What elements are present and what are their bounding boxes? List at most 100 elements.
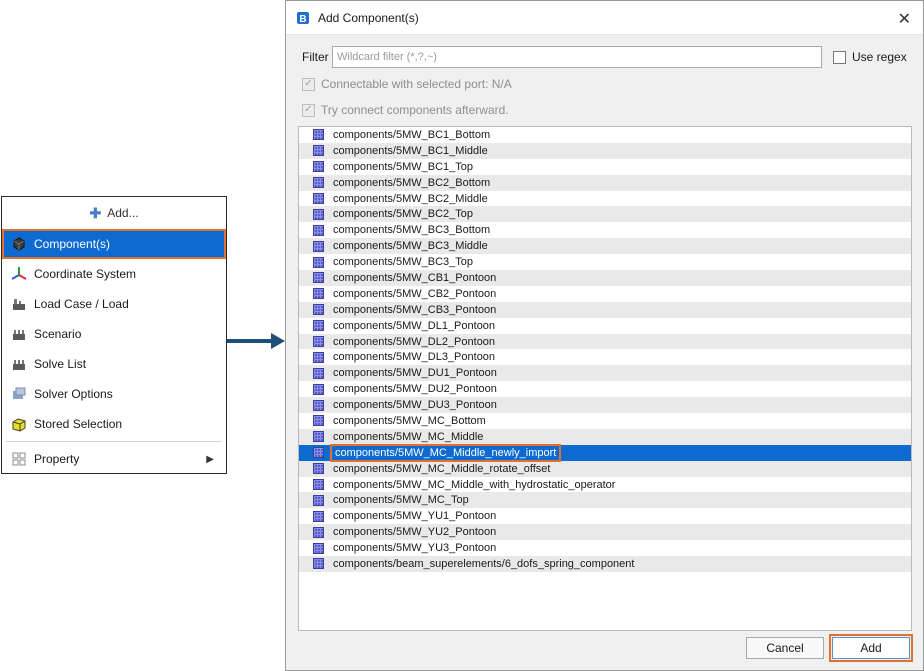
add-context-menu: ✚ Add... Component(s) Coordinate System … [1,196,227,474]
component-list-item-label: components/5MW_DU2_Pontoon [333,383,497,396]
menu-item-label: Scenario [34,327,82,341]
component-cube-icon [313,240,324,252]
component-list-item-label: components/5MW_YU1_Pontoon [333,510,497,523]
try-connect-label: Try connect components afterward. [321,103,509,117]
filter-input[interactable] [332,46,822,68]
component-cube-icon [313,351,324,363]
add-button[interactable]: Add [829,634,913,662]
component-cube-icon [313,224,324,236]
menu-item-property[interactable]: Property ▶ [2,444,226,474]
component-cube-icon [313,431,324,443]
component-cube-icon [313,510,324,522]
component-list-item[interactable]: components/5MW_MC_Bottom [299,413,911,429]
menu-item-coordinate-system[interactable]: Coordinate System [2,259,226,289]
component-list-item-label: components/5MW_BC3_Bottom [333,224,491,237]
scenario-icon [10,325,28,343]
component-list-item[interactable]: components/5MW_DU3_Pontoon [299,397,911,414]
component-list-item-label: components/5MW_BC2_Bottom [333,176,491,189]
menu-item-label: Load Case / Load [34,297,129,311]
component-list-item[interactable]: components/5MW_MC_Middle_with_hydrostati… [299,477,911,493]
component-list-item-label: components/5MW_BC1_Top [333,160,474,173]
close-icon[interactable]: ✕ [898,9,911,29]
component-cube-icon [313,320,324,332]
add-components-dialog: B Add Component(s) ✕ Filter Use regex ✓ … [285,0,924,671]
use-regex-checkbox[interactable] [833,50,846,64]
component-list-item-label: components/5MW_YU3_Pontoon [333,542,497,555]
component-list-item[interactable]: components/5MW_BC2_Middle [299,191,911,207]
component-cube-icon [313,193,324,204]
svg-text:B: B [299,14,306,25]
menu-separator [6,441,222,442]
component-cube-icon [313,463,324,475]
menu-item-solve-list[interactable]: Solve List [2,349,226,379]
component-cube-icon [313,494,324,506]
menu-item-scenario[interactable]: Scenario [2,319,226,349]
component-list-item[interactable]: components/5MW_YU2_Pontoon [299,524,911,541]
component-list-item-label: components/5MW_MC_Middle_rotate_offset [333,462,551,475]
component-list-item[interactable]: components/5MW_DU2_Pontoon [299,381,911,397]
dialog-title: Add Component(s) [318,10,419,25]
component-list-item[interactable]: components/5MW_DL1_Pontoon [299,318,911,334]
cancel-button[interactable]: Cancel [746,637,824,659]
component-list-item[interactable]: components/5MW_DL3_Pontoon [299,349,911,365]
menu-item-label: Component(s) [34,237,111,251]
try-connect-option: ✓ Try connect components afterward. [302,103,509,117]
component-list-item[interactable]: components/5MW_BC1_Top [299,159,911,175]
menu-item-load-case[interactable]: Load Case / Load [2,289,226,319]
component-list-item[interactable]: components/5MW_BC3_Bottom [299,222,911,238]
connectable-checkbox: ✓ [302,77,315,91]
coordinate-axes-icon [10,265,28,283]
component-list-item[interactable]: components/5MW_BC3_Top [299,254,911,270]
connector-arrow [227,333,285,349]
component-cube-icon [313,558,324,570]
add-menu-header[interactable]: ✚ Add... [2,197,226,229]
component-cube-icon [313,415,324,427]
component-cube-icon [313,383,324,395]
component-list-item[interactable]: components/5MW_MC_Top [299,492,911,509]
component-list-item[interactable]: components/5MW_MC_Middle_rotate_offset [299,460,911,477]
component-cube-icon [313,542,324,554]
component-cube-icon [313,304,324,316]
menu-item-label: Coordinate System [34,267,137,281]
menu-item-stored-selection[interactable]: Stored Selection [2,409,226,439]
component-cube-icon [313,399,324,411]
component-list-item-label: components/5MW_MC_Middle_with_hydrostati… [333,478,616,491]
component-list-item-label: components/5MW_DL1_Pontoon [333,319,496,332]
component-list-item-label: components/5MW_MC_Bottom [333,414,486,427]
component-list-item[interactable]: components/5MW_DL2_Pontoon [299,333,911,350]
component-cube-icon [313,447,324,459]
component-list-item[interactable]: components/5MW_CB2_Pontoon [299,286,911,302]
component-cube-icon [313,208,324,220]
component-list-item[interactable]: components/5MW_BC1_Middle [299,142,911,159]
component-list[interactable]: components/5MW_BC1_Bottom components/5MW_… [298,126,912,631]
solve-list-icon [10,355,28,373]
component-list-item-label: components/5MW_CB1_Pontoon [333,271,497,284]
add-menu-header-label: Add... [107,206,139,220]
component-list-item-label: components/5MW_MC_Middle_newly_import [329,443,562,462]
component-list-item[interactable]: components/5MW_CB3_Pontoon [299,301,911,318]
component-list-item[interactable]: components/5MW_DU1_Pontoon [299,365,911,382]
component-list-item[interactable]: components/beam_superelements/6_dofs_spr… [299,556,911,572]
component-list-item-label: components/5MW_MC_Middle [333,430,484,443]
component-list-item[interactable]: components/5MW_CB1_Pontoon [299,270,911,286]
component-list-item[interactable]: components/5MW_BC1_Bottom [299,127,911,143]
component-cube-icon [313,272,324,284]
load-case-icon [10,295,28,313]
component-list-item[interactable]: components/5MW_BC2_Bottom [299,174,911,191]
component-list-item[interactable]: components/5MW_BC3_Middle [299,238,911,255]
component-list-item[interactable]: components/5MW_MC_Middle [299,428,911,445]
component-list-item-label: components/5MW_CB2_Pontoon [333,287,497,300]
component-list-item-label: components/beam_superelements/6_dofs_spr… [333,557,635,570]
menu-item-solver-options[interactable]: Solver Options [2,379,226,409]
filter-label: Filter [302,50,329,64]
menu-item-components[interactable]: Component(s) [2,229,226,259]
component-list-item[interactable]: components/5MW_BC2_Top [299,206,911,223]
component-list-item[interactable]: components/5MW_YU1_Pontoon [299,508,911,524]
component-cube-icon [313,526,324,538]
component-list-item[interactable]: components/5MW_YU3_Pontoon [299,540,911,556]
component-list-item-label: components/5MW_MC_Top [333,494,469,507]
component-list-item[interactable]: components/5MW_MC_Middle_newly_import [299,443,911,462]
use-regex-option[interactable]: Use regex [833,50,907,64]
component-list-item-label: components/5MW_DL2_Pontoon [333,335,496,348]
property-grid-icon [10,450,28,468]
